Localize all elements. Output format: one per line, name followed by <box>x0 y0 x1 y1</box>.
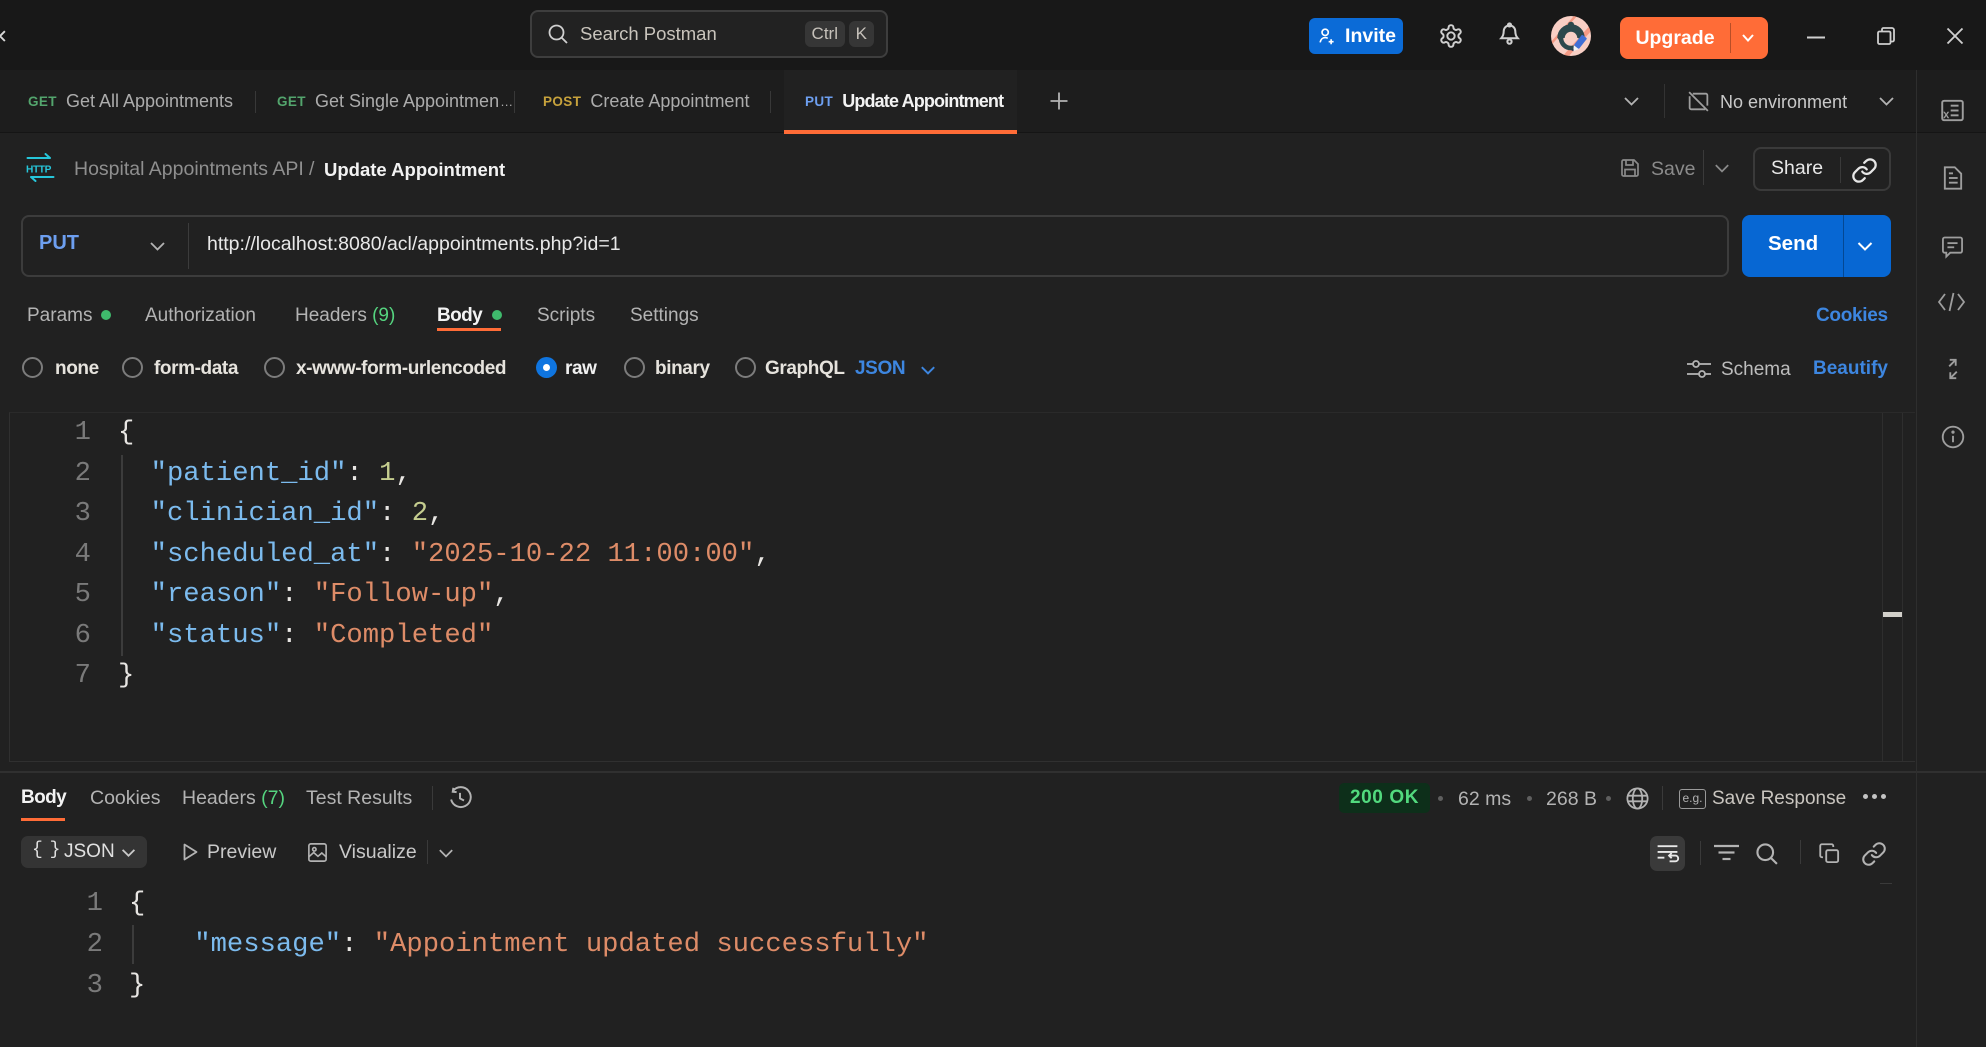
svg-text:HTTP: HTTP <box>26 165 52 176</box>
svg-text:x: x <box>1944 109 1950 121</box>
